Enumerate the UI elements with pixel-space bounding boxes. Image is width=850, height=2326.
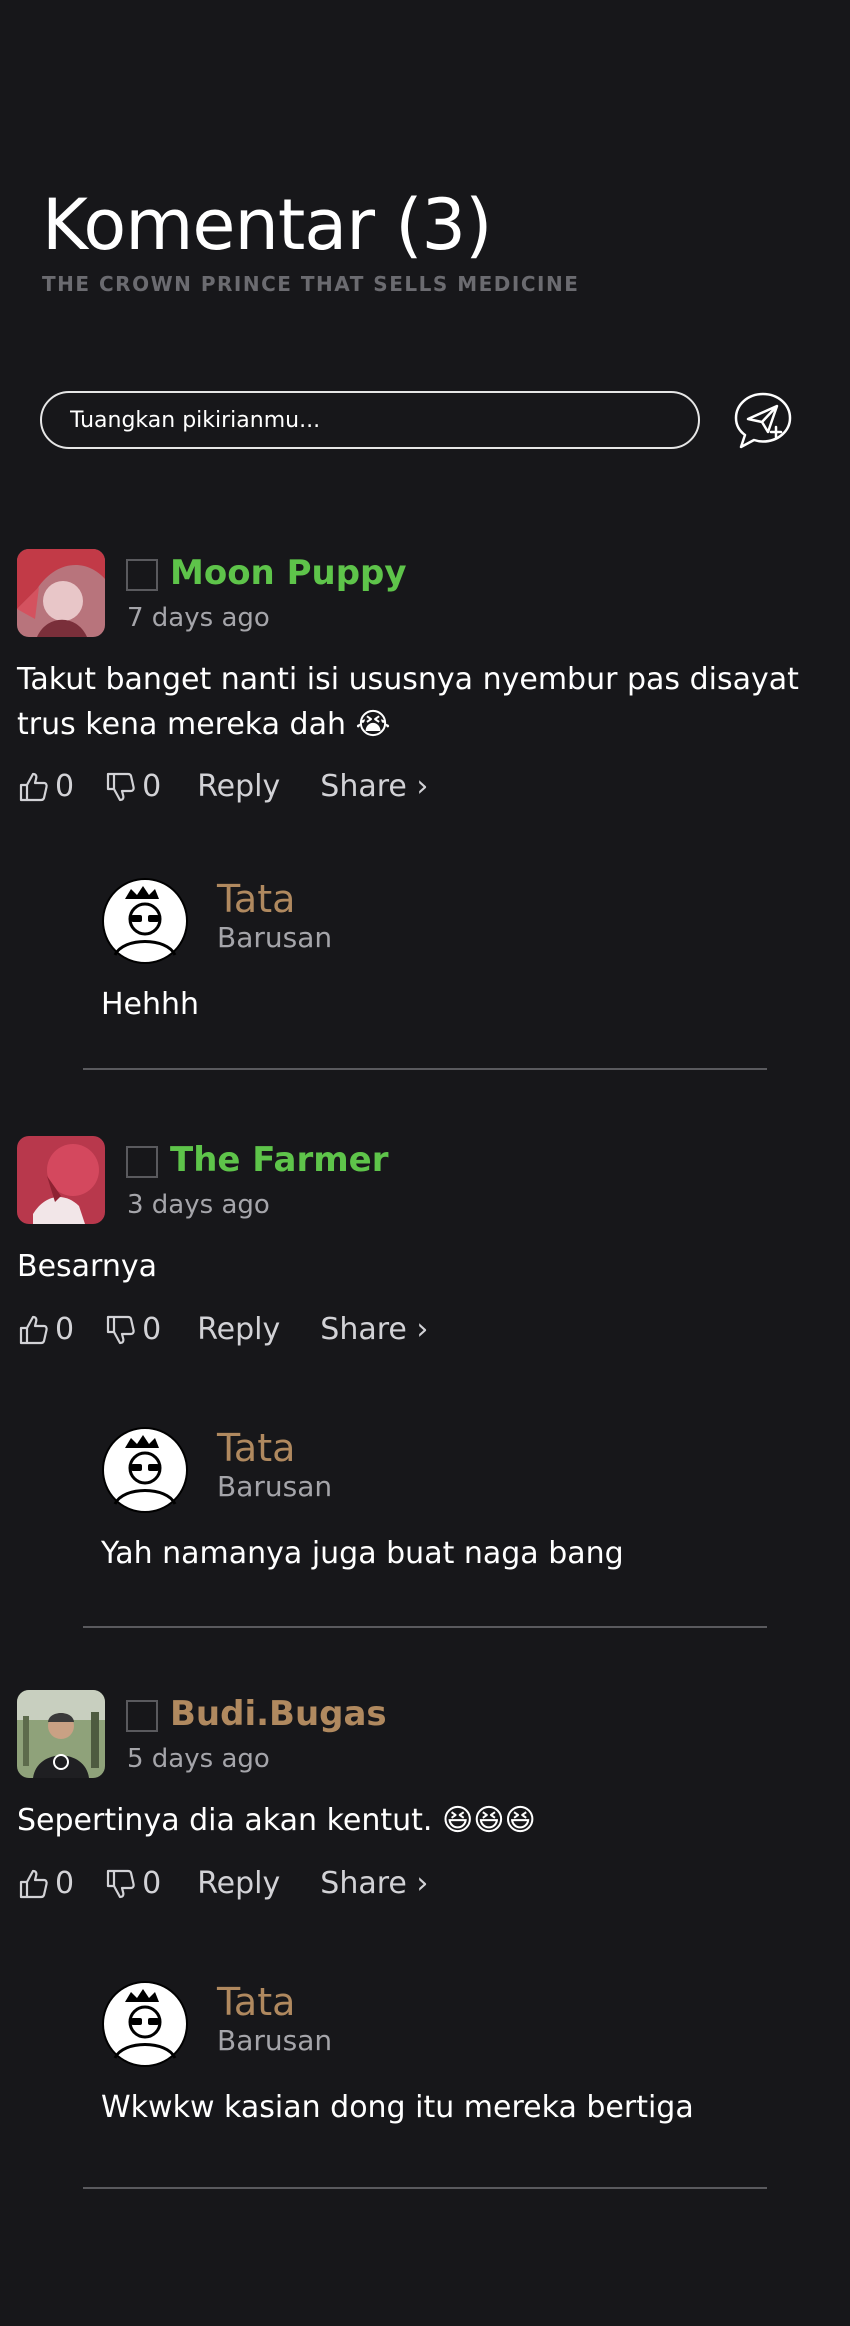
reply-text: Yah namanya juga buat naga bang [101,1536,624,1571]
series-subtitle: THE CROWN PRINCE THAT SELLS MEDICINE [42,272,580,296]
divider [83,1626,767,1628]
comment-text: Takut banget nanti isi ususnya nyembur p… [17,662,799,742]
avatar[interactable] [17,1136,105,1224]
like-count: 0 [55,1312,75,1347]
comment-timestamp: 5 days ago [127,1744,270,1774]
comment-text: Sepertinya dia akan kentut. 😆😆😆 [17,1803,536,1838]
comment-input[interactable] [40,391,700,449]
divider [83,1068,767,1070]
thumbs-down-icon [106,1869,135,1898]
like-button[interactable]: 0 [17,769,104,804]
reply-avatar[interactable] [101,1980,189,2068]
comment-author[interactable]: The Farmer [170,1140,389,1180]
user-checkbox[interactable] [126,559,158,591]
like-button[interactable]: 0 [17,1312,104,1347]
dislike-button[interactable]: 0 [104,1866,191,1901]
reply-timestamp: Barusan [217,1470,333,1503]
comment-author[interactable]: Moon Puppy [170,553,407,593]
like-button[interactable]: 0 [17,1866,104,1901]
thumbs-up-icon [19,772,48,801]
thumbs-up-icon [19,1315,48,1344]
share-button[interactable]: Share › [320,1866,428,1901]
divider [83,2187,767,2189]
dislike-count: 0 [142,769,162,804]
comment-actions: 0 0 Reply Share › [17,1866,428,1901]
reply-text: Hehhh [101,987,200,1022]
comment-actions: 0 0 Reply Share › [17,769,428,804]
reply-avatar[interactable] [101,877,189,965]
thumbs-up-icon [19,1869,48,1898]
dislike-button[interactable]: 0 [104,1312,191,1347]
reply-button[interactable]: Reply [197,1312,280,1347]
page-title: Komentar (3) [42,184,492,266]
reply-timestamp: Barusan [217,2024,333,2057]
comment-actions: 0 0 Reply Share › [17,1312,428,1347]
reply-author[interactable]: Tata [217,877,295,921]
dislike-button[interactable]: 0 [104,769,191,804]
send-plus-icon [734,392,792,449]
reply-author[interactable]: Tata [217,1980,295,2024]
comments-header: Komentar (3) THE CROWN PRINCE THAT SELLS… [42,190,579,296]
avatar[interactable] [17,1690,105,1778]
reply-text: Wkwkw kasian dong itu mereka bertiga [101,2090,694,2125]
thumbs-down-icon [106,772,135,801]
dislike-count: 0 [142,1312,162,1347]
comment-author[interactable]: Budi.Bugas [170,1694,387,1734]
reply-author[interactable]: Tata [217,1426,295,1470]
comment-timestamp: 7 days ago [127,603,270,633]
comment-timestamp: 3 days ago [127,1190,270,1220]
share-button[interactable]: Share › [320,769,428,804]
user-checkbox[interactable] [126,1146,158,1178]
comment-text: Besarnya [17,1249,158,1284]
reply-timestamp: Barusan [217,921,333,954]
thumbs-down-icon [106,1315,135,1344]
like-count: 0 [55,1866,75,1901]
avatar[interactable] [17,549,105,637]
share-button[interactable]: Share › [320,1312,428,1347]
user-checkbox[interactable] [126,1700,158,1732]
comment-composer [40,391,700,449]
like-count: 0 [55,769,75,804]
reply-button[interactable]: Reply [197,1866,280,1901]
dislike-count: 0 [142,1866,162,1901]
reply-button[interactable]: Reply [197,769,280,804]
send-button[interactable] [732,390,794,452]
reply-avatar[interactable] [101,1426,189,1514]
